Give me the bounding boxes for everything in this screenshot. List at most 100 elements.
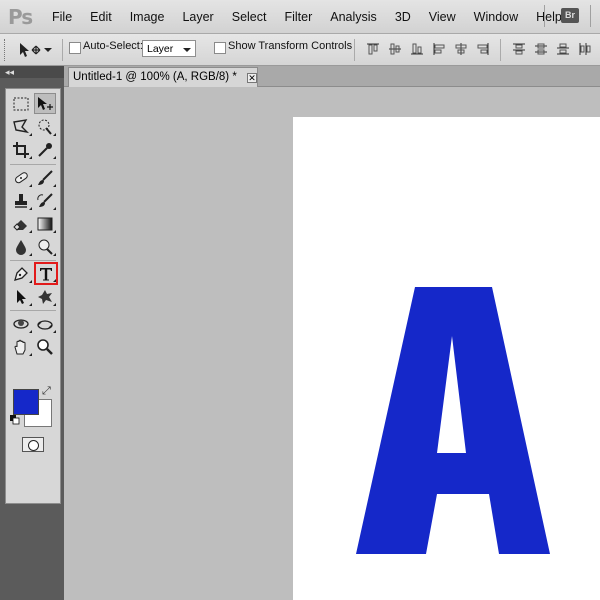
- menu-window[interactable]: Window: [465, 10, 527, 24]
- menu-filter[interactable]: Filter: [275, 10, 321, 24]
- eyedropper-icon: [38, 142, 52, 157]
- menu-file[interactable]: File: [43, 10, 81, 24]
- tool-flyout-indicator: [29, 156, 32, 159]
- tool-flyout-indicator: [53, 279, 56, 282]
- pen-tool[interactable]: [10, 263, 32, 284]
- crop-tool[interactable]: [10, 139, 32, 160]
- shape-icon: [38, 289, 52, 304]
- crop-icon: [13, 141, 29, 158]
- default-colors-icon[interactable]: [10, 415, 20, 425]
- distribute-vertical-center-icon[interactable]: [534, 42, 548, 56]
- document-canvas[interactable]: A: [293, 117, 600, 600]
- tools-divider: [10, 164, 56, 165]
- quick-selection-tool[interactable]: [34, 116, 56, 137]
- tool-flyout-indicator: [53, 133, 56, 136]
- align-left-icon[interactable]: [432, 42, 446, 56]
- auto-select-label: Auto-Select:: [83, 40, 143, 52]
- align-top-icon[interactable]: [366, 42, 380, 56]
- canvas-content: A: [356, 287, 550, 555]
- show-transform-checkbox[interactable]: [214, 42, 226, 54]
- menu-3d[interactable]: 3D: [386, 10, 420, 24]
- tool-preset-picker[interactable]: [18, 40, 56, 60]
- tools-grid: ⤢: [5, 88, 61, 504]
- tools-divider: [10, 310, 56, 311]
- close-icon[interactable]: ✕: [247, 73, 257, 83]
- options-divider: [62, 39, 63, 61]
- eraser-tool[interactable]: [10, 213, 32, 234]
- align-vertical-center-icon[interactable]: [388, 42, 402, 56]
- menu-image[interactable]: Image: [121, 10, 174, 24]
- collapse-icon[interactable]: ◂◂: [5, 66, 14, 78]
- chevron-down-icon: [183, 48, 191, 52]
- brush-icon: [38, 169, 53, 185]
- zoom-icon: [37, 338, 53, 355]
- document-tab[interactable]: Untitled-1 @ 100% (A, RGB/8) * ✕: [68, 67, 258, 87]
- tool-flyout-indicator: [29, 280, 32, 283]
- auto-select-dropdown[interactable]: Layer: [142, 40, 196, 57]
- brush-tool[interactable]: [34, 167, 56, 188]
- tools-divider: [10, 260, 56, 261]
- align-right-icon[interactable]: [476, 42, 490, 56]
- dodge-tool[interactable]: [34, 236, 56, 257]
- tool-flyout-indicator: [53, 253, 56, 256]
- align-bottom-icon[interactable]: [410, 42, 424, 56]
- spot-healing-brush-tool[interactable]: [10, 167, 32, 188]
- distribute-left-icon[interactable]: [578, 42, 592, 56]
- menu-view[interactable]: View: [420, 10, 465, 24]
- quick-mask-icon: [28, 440, 39, 451]
- menu-analysis[interactable]: Analysis: [321, 10, 386, 24]
- document-area: Untitled-1 @ 100% (A, RGB/8) * ✕ A: [64, 66, 600, 600]
- align-horizontal-center-icon[interactable]: [454, 42, 468, 56]
- path-selection-tool[interactable]: [10, 286, 32, 307]
- document-tab-bar: Untitled-1 @ 100% (A, RGB/8) * ✕: [64, 66, 600, 87]
- tool-flyout-indicator: [53, 156, 56, 159]
- quick-mask-button[interactable]: [22, 437, 44, 452]
- letter-a-shape: [356, 287, 550, 554]
- pen-icon: [14, 266, 28, 281]
- canvas-text-layer: A: [453, 552, 454, 555]
- move-tool[interactable]: [34, 93, 56, 114]
- lasso-tool[interactable]: [10, 116, 32, 137]
- rectangular-marquee-tool[interactable]: [10, 93, 32, 114]
- eyedropper-tool[interactable]: [34, 139, 56, 160]
- distribute-bottom-icon[interactable]: [556, 42, 570, 56]
- polygonal-lasso-icon: [13, 118, 30, 133]
- options-bar: Auto-Select: Layer Show Transform Contro…: [0, 34, 600, 66]
- menu-layer[interactable]: Layer: [173, 10, 222, 24]
- tool-flyout-indicator: [29, 303, 32, 306]
- gradient-tool[interactable]: [34, 213, 56, 234]
- auto-select-checkbox[interactable]: [69, 42, 81, 54]
- tool-flyout-indicator: [53, 330, 56, 333]
- menu-select[interactable]: Select: [223, 10, 276, 24]
- drop-icon: [16, 239, 26, 255]
- blur-tool[interactable]: [10, 236, 32, 257]
- 3d-orbit-icon: [37, 319, 53, 330]
- chevron-down-icon: [44, 48, 52, 52]
- tool-flyout-indicator: [29, 353, 32, 356]
- tool-flyout-indicator: [53, 207, 56, 210]
- tools-panel-header[interactable]: ◂◂: [0, 66, 64, 78]
- custom-shape-tool[interactable]: [34, 286, 56, 307]
- move-tool-icon: [38, 96, 53, 110]
- menu-edit[interactable]: Edit: [81, 10, 121, 24]
- history-brush-icon: [37, 192, 53, 207]
- 3d-rotate-tool[interactable]: [10, 313, 32, 334]
- type-tool[interactable]: [34, 262, 58, 285]
- dodge-icon: [38, 239, 53, 255]
- stamp-icon: [15, 193, 27, 208]
- options-grip[interactable]: [4, 39, 8, 61]
- foreground-color-swatch[interactable]: [13, 389, 39, 415]
- move-tool-icon: [20, 43, 41, 57]
- history-brush-tool[interactable]: [34, 190, 56, 211]
- bridge-button[interactable]: Br: [561, 8, 579, 23]
- swap-colors-icon[interactable]: ⤢: [42, 385, 51, 398]
- options-divider: [500, 39, 501, 61]
- quick-selection-icon: [38, 119, 52, 135]
- hand-tool[interactable]: [10, 336, 32, 357]
- clone-stamp-tool[interactable]: [10, 190, 32, 211]
- tool-flyout-indicator: [29, 207, 32, 210]
- marquee-icon: [13, 97, 29, 110]
- distribute-top-icon[interactable]: [512, 42, 526, 56]
- zoom-tool[interactable]: [34, 336, 56, 357]
- 3d-orbit-tool[interactable]: [34, 313, 56, 334]
